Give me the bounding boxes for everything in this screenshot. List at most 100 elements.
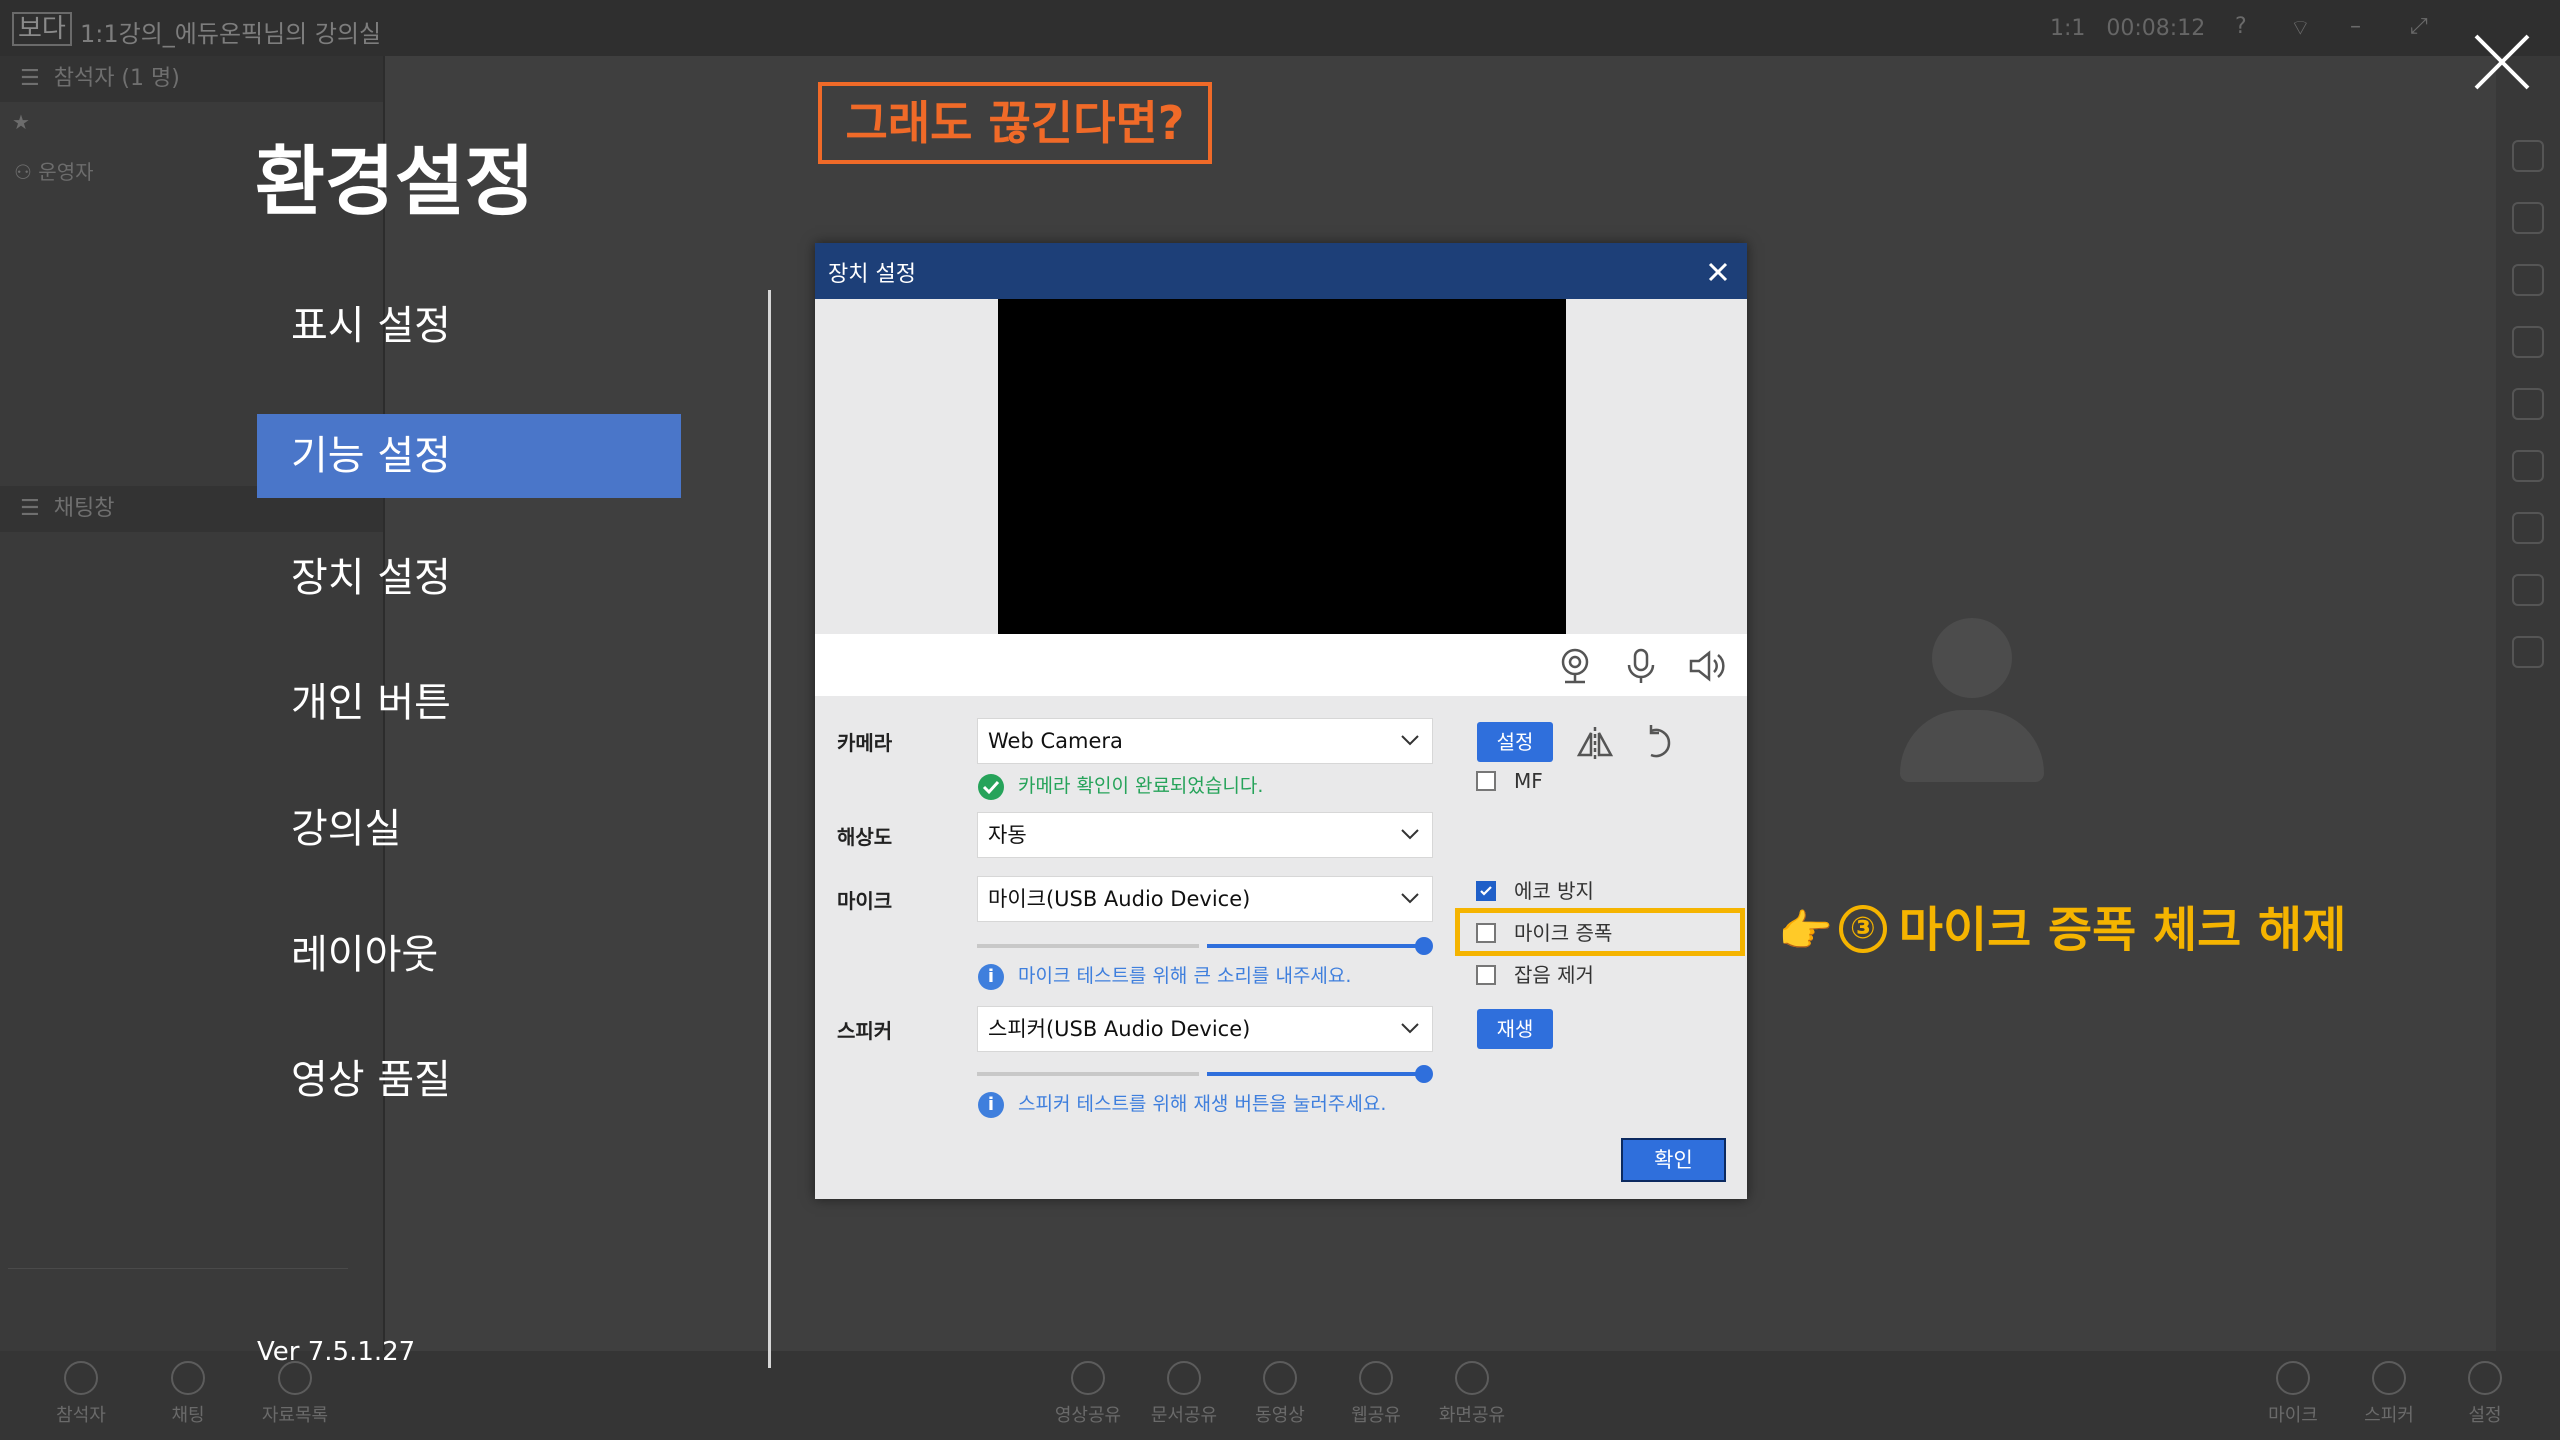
screen-share-button[interactable]: 화면공유 bbox=[1427, 1361, 1517, 1427]
echo-cancel-checkbox[interactable]: 에코 방지 bbox=[1476, 875, 1594, 904]
speaker-icon[interactable] bbox=[1687, 646, 1727, 686]
fullscreen-icon[interactable]: ⤢ bbox=[2410, 14, 2428, 39]
minimize-icon[interactable]: – bbox=[2350, 14, 2361, 39]
menu-function-settings[interactable]: 기능 설정 bbox=[257, 414, 681, 498]
speaker-select-value: 스피커(USB Audio Device) bbox=[988, 1017, 1251, 1041]
group-icon[interactable] bbox=[2512, 574, 2544, 606]
person-icon bbox=[64, 1361, 98, 1395]
resolution-select[interactable]: 자동 bbox=[977, 812, 1433, 858]
rotate-icon[interactable] bbox=[1639, 723, 1679, 763]
chevron-down-icon bbox=[1401, 1023, 1419, 1034]
grid-icon[interactable] bbox=[2512, 140, 2544, 172]
instruction-callout: 👉 ③ 마이크 증폭 체크 해제 bbox=[1778, 898, 2346, 964]
mf-checkbox-box bbox=[1476, 770, 1496, 791]
app-logo: 보다 bbox=[12, 12, 72, 46]
files-tab[interactable]: 자료목록 bbox=[250, 1361, 340, 1427]
mic-label: 마이크 bbox=[837, 889, 893, 913]
play-button[interactable]: 재생 bbox=[1477, 1009, 1553, 1049]
speaker-hint: i 스피커 테스트를 위해 재생 버튼을 눌러주세요. bbox=[978, 1089, 1386, 1119]
menu-video-quality[interactable]: 영상 품질 bbox=[257, 1038, 681, 1122]
movie-label: 동영상 bbox=[1255, 1405, 1305, 1426]
participants-tab-label: 참석자 bbox=[56, 1405, 106, 1426]
video-share-label: 영상공유 bbox=[1054, 1405, 1122, 1426]
noise-removal-checkbox[interactable]: 잡음 제거 bbox=[1476, 959, 1594, 988]
close-icon[interactable] bbox=[2470, 30, 2534, 94]
camera-select-value: Web Camera bbox=[988, 729, 1123, 753]
menu-layout[interactable]: 레이아웃 bbox=[257, 913, 681, 997]
webcam-icon[interactable] bbox=[1555, 646, 1595, 686]
mic-volume-track bbox=[1207, 944, 1423, 948]
doc-share-button[interactable]: 문서공유 bbox=[1139, 1361, 1229, 1427]
chat-tab[interactable]: 채팅 bbox=[143, 1361, 233, 1427]
chevron-down-icon bbox=[1401, 829, 1419, 840]
participant-name: 운영자 bbox=[38, 160, 94, 184]
chevron-down-icon bbox=[1401, 735, 1419, 746]
participant-entry: ⚇ 운영자 bbox=[14, 160, 94, 184]
dialog-header: 장치 설정 bbox=[815, 243, 1747, 299]
mic-hint: i 마이크 테스트를 위해 큰 소리를 내주세요. bbox=[978, 961, 1351, 991]
mic-volume-thumb[interactable] bbox=[1415, 937, 1433, 955]
download-icon[interactable] bbox=[2512, 512, 2544, 544]
camera-setting-button[interactable]: 설정 bbox=[1477, 722, 1553, 762]
confirm-button[interactable]: 확인 bbox=[1621, 1138, 1726, 1182]
check-circle-icon bbox=[978, 773, 1004, 800]
settings-button[interactable]: 설정 bbox=[2440, 1361, 2530, 1427]
web-share-button[interactable]: 웹공유 bbox=[1331, 1361, 1421, 1427]
device-test-strip bbox=[815, 634, 1747, 696]
speaker-button[interactable]: 스피커 bbox=[2344, 1361, 2434, 1427]
speaker-volume-track bbox=[1207, 1072, 1423, 1076]
flip-camera-icon[interactable] bbox=[1575, 723, 1615, 763]
record-icon[interactable] bbox=[2512, 450, 2544, 482]
mf-checkbox-label: MF bbox=[1514, 769, 1543, 793]
avatar-placeholder-head bbox=[1932, 618, 2012, 698]
chat-tab-label: 채팅 bbox=[171, 1405, 205, 1426]
participants-header-label: 참석자 (1 명) bbox=[53, 66, 180, 91]
speaker-volume-thumb[interactable] bbox=[1415, 1065, 1433, 1083]
wifi-icon: ⌔ bbox=[2290, 16, 2311, 41]
screen-share-label: 화면공유 bbox=[1438, 1405, 1506, 1426]
capture-icon[interactable] bbox=[2512, 264, 2544, 296]
mf-checkbox[interactable]: MF bbox=[1476, 769, 1543, 793]
doc-share-label: 문서공유 bbox=[1150, 1405, 1218, 1426]
menu-display-settings[interactable]: 표시 설정 bbox=[257, 284, 681, 368]
echo-cancel-box bbox=[1476, 880, 1496, 901]
star-icon: ★ bbox=[12, 110, 30, 134]
video-share-button[interactable]: 영상공유 bbox=[1043, 1361, 1133, 1427]
participants-header: ☰ 참석자 (1 명) bbox=[0, 56, 383, 102]
avatar-placeholder-body bbox=[1900, 710, 2044, 782]
speaker-select[interactable]: 스피커(USB Audio Device) bbox=[977, 1006, 1433, 1052]
menu-classroom[interactable]: 강의실 bbox=[257, 787, 681, 871]
help-icon[interactable]: ? bbox=[2235, 14, 2247, 39]
mic-select[interactable]: 마이크(USB Audio Device) bbox=[977, 876, 1433, 922]
dialog-title: 장치 설정 bbox=[828, 262, 916, 287]
info-icon: i bbox=[978, 1091, 1004, 1118]
noise-removal-label: 잡음 제거 bbox=[1514, 963, 1594, 987]
mic-volume-slider[interactable] bbox=[977, 937, 1433, 955]
profile-icon[interactable] bbox=[2512, 636, 2544, 668]
speaker-hint-text: 스피커 테스트를 위해 재생 버튼을 눌러주세요. bbox=[1018, 1093, 1387, 1115]
movie-button[interactable]: 동영상 bbox=[1235, 1361, 1325, 1427]
speaker-label: 스피커 bbox=[837, 1019, 893, 1043]
menu-device-settings[interactable]: 장치 설정 bbox=[257, 536, 681, 620]
link-icon[interactable] bbox=[2512, 388, 2544, 420]
camera-preview bbox=[998, 299, 1566, 634]
mic-button[interactable]: 마이크 bbox=[2248, 1361, 2338, 1427]
speaker-volume-slider[interactable] bbox=[977, 1065, 1433, 1083]
document-icon bbox=[1167, 1361, 1201, 1395]
participants-tab[interactable]: 참석자 bbox=[36, 1361, 126, 1427]
noise-removal-box bbox=[1476, 964, 1496, 985]
dialog-close-icon[interactable] bbox=[1705, 259, 1731, 285]
speaker-icon bbox=[2372, 1361, 2406, 1395]
menu-personal-buttons[interactable]: 개인 버튼 bbox=[257, 661, 681, 745]
step-number: ③ bbox=[1838, 905, 1887, 953]
pointing-hand-icon: 👉 bbox=[1778, 906, 1833, 957]
chat-icon bbox=[171, 1361, 205, 1395]
speaker-level-meter bbox=[977, 1072, 1199, 1076]
window-title: 1:1강의_에듀온픽님의 강의실 bbox=[80, 20, 382, 48]
whiteboard-icon[interactable] bbox=[2512, 202, 2544, 234]
camera-select[interactable]: Web Camera bbox=[977, 718, 1433, 764]
bg-titlebar: 보다 1:1강의_에듀온픽님의 강의실 1:1 00:08:12 ? ⌔ – ⤢ bbox=[0, 0, 2560, 56]
headset-icon[interactable] bbox=[2512, 326, 2544, 358]
web-icon bbox=[1359, 1361, 1393, 1395]
microphone-icon[interactable] bbox=[1621, 646, 1661, 686]
